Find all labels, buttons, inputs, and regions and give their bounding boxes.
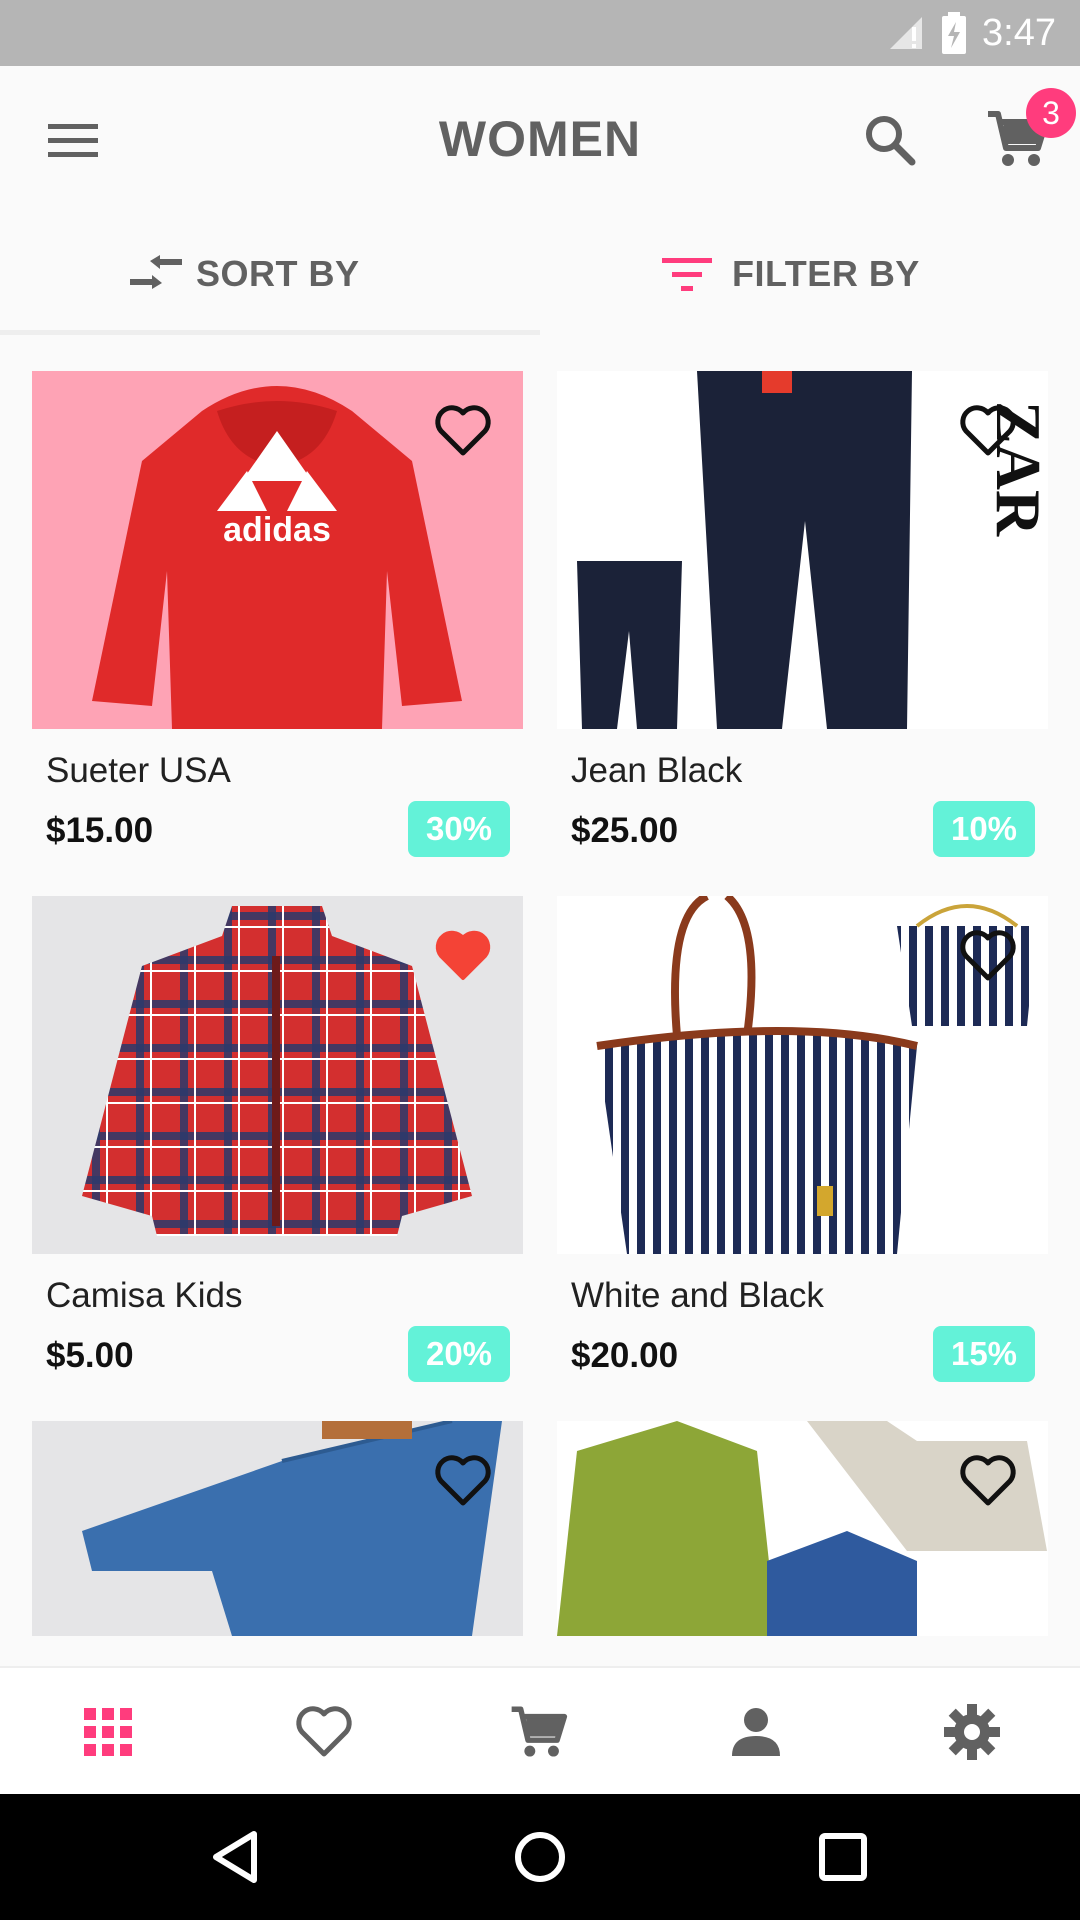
status-time: 3:47: [982, 11, 1056, 54]
tab-indicator: [0, 330, 540, 335]
discount-badge: 15%: [933, 1326, 1035, 1382]
sort-by-label: SORT BY: [196, 253, 360, 294]
product-card[interactable]: [32, 1421, 523, 1636]
product-price: $25.00: [571, 811, 679, 850]
product-price: $20.00: [571, 1336, 679, 1375]
back-icon[interactable]: [204, 1824, 270, 1890]
system-navigation-bar: [0, 1794, 1080, 1920]
heart-outline-icon[interactable]: [958, 1451, 1018, 1511]
heart-outline-icon[interactable]: [433, 1451, 493, 1511]
bottom-navigation: [0, 1666, 1080, 1794]
product-name: Jean Black: [571, 751, 743, 790]
sort-arrows-icon: [130, 255, 182, 289]
discount-badge: 10%: [933, 801, 1035, 857]
product-card[interactable]: ZAR Jean Black $25.00 10%: [557, 371, 1048, 857]
page-title: WOMEN: [438, 111, 642, 167]
discount-badge: 20%: [408, 1326, 510, 1382]
product-name: Sueter USA: [46, 751, 231, 790]
product-card[interactable]: Camisa Kids $5.00 20%: [32, 896, 523, 1382]
home-icon[interactable]: [507, 1824, 573, 1890]
product-card[interactable]: adidas Sueter USA $15.00 30%: [32, 371, 523, 857]
filter-by-button[interactable]: FILTER BY: [656, 214, 920, 334]
grid-icon[interactable]: [78, 1702, 138, 1762]
product-card[interactable]: [557, 1421, 1048, 1636]
cart-count-badge: 3: [1026, 88, 1076, 138]
cart-icon[interactable]: [508, 1702, 568, 1762]
product-card[interactable]: White and Black $20.00 15%: [557, 896, 1048, 1382]
discount-badge: 30%: [408, 801, 510, 857]
sort-filter-bar: SORT BY FILTER BY: [0, 214, 1080, 334]
product-price: $15.00: [46, 811, 154, 850]
app-bar: WOMEN 3: [0, 66, 1080, 214]
settings-icon[interactable]: [942, 1702, 1002, 1762]
status-bar: 3:47: [0, 0, 1080, 66]
heart-outline-icon[interactable]: [958, 401, 1018, 461]
search-icon[interactable]: [862, 112, 918, 168]
person-icon[interactable]: [726, 1702, 786, 1762]
heart-icon[interactable]: [294, 1702, 354, 1762]
product-name: Camisa Kids: [46, 1276, 243, 1315]
filter-by-label: FILTER BY: [732, 253, 920, 294]
svg-text:adidas: adidas: [223, 511, 331, 549]
product-price: $5.00: [46, 1336, 134, 1375]
heart-outline-icon[interactable]: [433, 401, 493, 461]
recents-icon[interactable]: [810, 1824, 876, 1890]
battery-icon: [942, 12, 967, 54]
signal-icon: [890, 17, 923, 49]
filter-icon: [662, 258, 712, 291]
heart-outline-icon[interactable]: [958, 926, 1018, 986]
product-name: White and Black: [571, 1276, 824, 1315]
sort-by-button[interactable]: SORT BY: [120, 214, 360, 334]
heart-filled-icon[interactable]: [433, 926, 493, 986]
